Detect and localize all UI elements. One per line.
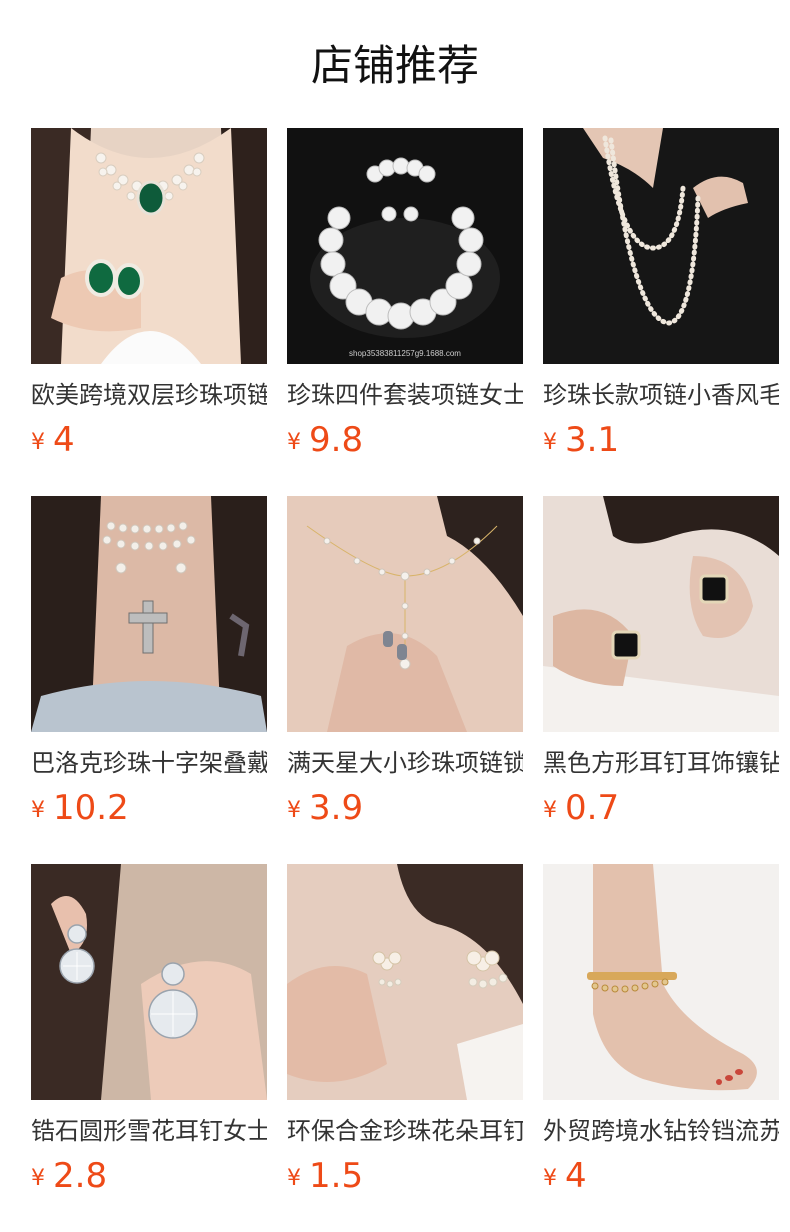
pearl-choker-emerald-icon [31, 128, 267, 364]
price-amount: 0.7 [565, 788, 620, 828]
cross-necklace-icon [31, 496, 267, 732]
product-card[interactable]: 满天星大小珍珠项链锁骨链 ¥3.9 [287, 496, 523, 854]
black-square-earring-icon [543, 496, 779, 732]
product-price: ¥3.1 [543, 418, 779, 468]
long-pearl-necklace-icon [543, 128, 779, 364]
product-grid: 欧美跨境双层珍珠项链 ¥4 shop35383811257g9.1688.com… [31, 128, 779, 1222]
price-amount: 10.2 [53, 788, 129, 828]
currency-symbol: ¥ [31, 430, 45, 455]
currency-symbol: ¥ [543, 1166, 557, 1191]
product-price: ¥2.8 [31, 1154, 267, 1204]
product-card[interactable]: 环保合金珍珠花朵耳钉 ¥1.5 [287, 864, 523, 1222]
product-price: ¥0.7 [543, 786, 779, 836]
product-price: ¥1.5 [287, 1154, 523, 1204]
product-price: ¥4 [543, 1154, 779, 1204]
product-card[interactable]: 欧美跨境双层珍珠项链 ¥4 [31, 128, 267, 486]
currency-symbol: ¥ [543, 430, 557, 455]
anklet-icon [543, 864, 779, 1100]
product-card[interactable]: 黑色方形耳钉耳饰镶钻 ¥0.7 [543, 496, 779, 854]
product-name[interactable]: 外贸跨境水钻铃铛流苏脚链 [543, 1114, 779, 1148]
product-price: ¥4 [31, 418, 267, 468]
product-price: ¥9.8 [287, 418, 523, 468]
store-recommendations-page: 店铺推荐 欧美跨境双层珍珠项链 ¥ 4 shop35383811257g9.16… [0, 0, 790, 1232]
product-image[interactable] [287, 496, 523, 732]
product-name[interactable]: 珍珠长款项链小香风毛衣链 [543, 378, 779, 412]
flower-pearl-earring-icon [287, 864, 523, 1100]
product-name[interactable]: 欧美跨境双层珍珠项链 [31, 378, 267, 412]
currency-symbol: ¥ [31, 1166, 45, 1191]
product-name[interactable]: 满天星大小珍珠项链锁骨链 [287, 746, 523, 780]
zircon-earring-icon [31, 864, 267, 1100]
image-watermark: shop35383811257g9.1688.com [349, 349, 461, 358]
product-name[interactable]: 巴洛克珍珠十字架叠戴项链 [31, 746, 267, 780]
product-card[interactable]: shop35383811257g9.1688.com 珍珠四件套装项链女士 ¥9… [287, 128, 523, 486]
currency-symbol: ¥ [287, 430, 301, 455]
price-amount: 3.1 [565, 420, 620, 460]
currency-symbol: ¥ [543, 798, 557, 823]
product-card[interactable]: 巴洛克珍珠十字架叠戴项链 ¥10.2 [31, 496, 267, 854]
product-image[interactable] [31, 864, 267, 1100]
price-amount: 4 [565, 1156, 587, 1196]
pearl-set-icon: shop35383811257g9.1688.com [287, 128, 523, 364]
currency-symbol: ¥ [31, 798, 45, 823]
currency-symbol: ¥ [287, 1166, 301, 1191]
page-title: 店铺推荐 [310, 41, 479, 90]
price-amount: 9.8 [309, 420, 364, 460]
product-image[interactable] [31, 128, 267, 364]
product-price: ¥3.9 [287, 786, 523, 836]
product-name[interactable]: 黑色方形耳钉耳饰镶钻 [543, 746, 779, 780]
product-name[interactable]: 锆石圆形雪花耳钉女士 [31, 1114, 267, 1148]
product-card[interactable]: 珍珠长款项链小香风毛衣链 ¥3.1 [543, 128, 779, 486]
price-amount: 2.8 [53, 1156, 108, 1196]
product-image[interactable] [543, 864, 779, 1100]
product-image[interactable] [287, 864, 523, 1100]
y-pearl-necklace-icon [287, 496, 523, 732]
price-amount: 1.5 [309, 1156, 364, 1196]
product-image[interactable] [543, 128, 779, 364]
price-amount: 3.9 [309, 788, 364, 828]
price-amount: 4 [53, 420, 75, 460]
currency-symbol: ¥ [287, 798, 301, 823]
product-card[interactable]: 外贸跨境水钻铃铛流苏脚链 ¥4 [543, 864, 779, 1222]
product-name[interactable]: 珍珠四件套装项链女士 [287, 378, 523, 412]
product-price: ¥10.2 [31, 786, 267, 836]
product-image[interactable]: shop35383811257g9.1688.com [287, 128, 523, 364]
product-image[interactable] [543, 496, 779, 732]
product-image[interactable] [31, 496, 267, 732]
product-card[interactable]: 锆石圆形雪花耳钉女士 ¥2.8 [31, 864, 267, 1222]
product-name[interactable]: 环保合金珍珠花朵耳钉 [287, 1114, 523, 1148]
